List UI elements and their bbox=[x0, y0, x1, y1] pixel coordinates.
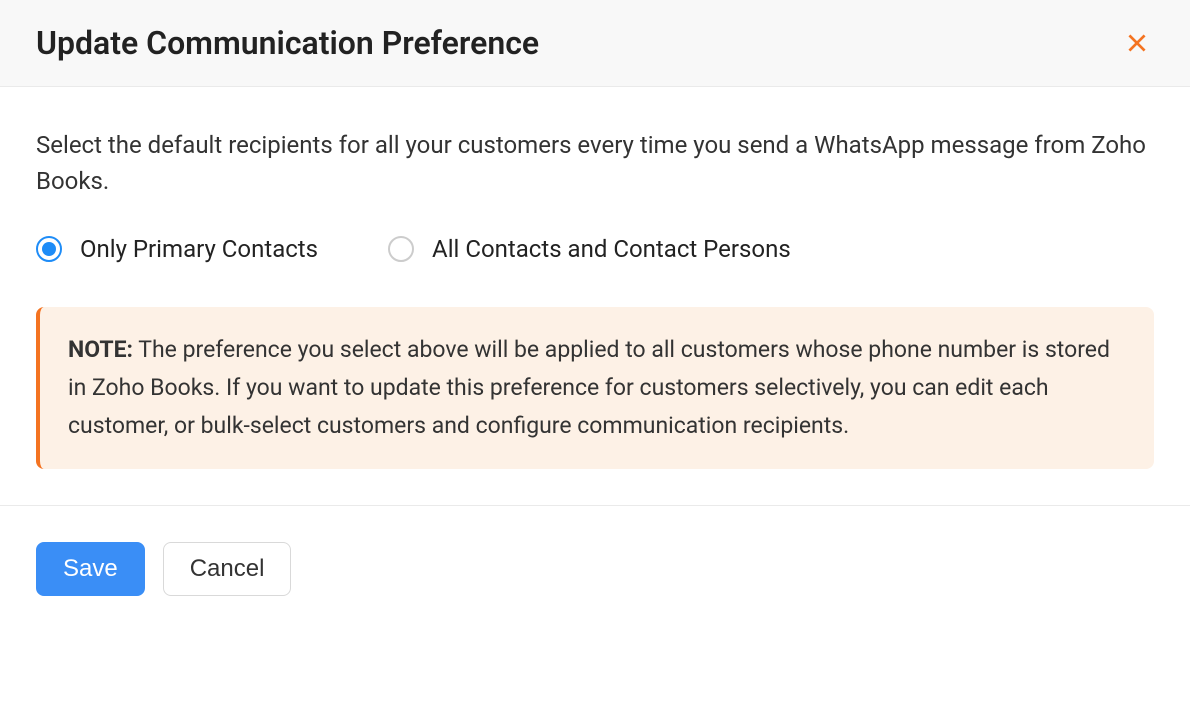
modal-title: Update Communication Preference bbox=[36, 24, 539, 62]
radio-label-all: All Contacts and Contact Persons bbox=[432, 235, 791, 263]
radio-icon bbox=[36, 236, 62, 262]
note-text: NOTE: The preference you select above wi… bbox=[68, 331, 1126, 445]
radio-dot-icon bbox=[42, 242, 56, 256]
radio-icon bbox=[388, 236, 414, 262]
modal-dialog: Update Communication Preference Select t… bbox=[0, 0, 1190, 632]
note-body: The preference you select above will be … bbox=[68, 336, 1110, 439]
close-button[interactable] bbox=[1120, 26, 1154, 60]
cancel-button[interactable]: Cancel bbox=[163, 542, 292, 596]
recipient-radio-group: Only Primary Contacts All Contacts and C… bbox=[36, 235, 1154, 263]
modal-header: Update Communication Preference bbox=[0, 0, 1190, 87]
radio-label-primary: Only Primary Contacts bbox=[80, 235, 318, 263]
save-button[interactable]: Save bbox=[36, 542, 145, 596]
description-text: Select the default recipients for all yo… bbox=[36, 127, 1154, 199]
modal-footer: Save Cancel bbox=[0, 505, 1190, 632]
close-icon bbox=[1124, 30, 1150, 56]
note-box: NOTE: The preference you select above wi… bbox=[36, 307, 1154, 469]
radio-option-primary[interactable]: Only Primary Contacts bbox=[36, 235, 318, 263]
radio-option-all[interactable]: All Contacts and Contact Persons bbox=[388, 235, 791, 263]
modal-body: Select the default recipients for all yo… bbox=[0, 87, 1190, 505]
note-label: NOTE: bbox=[68, 336, 133, 363]
